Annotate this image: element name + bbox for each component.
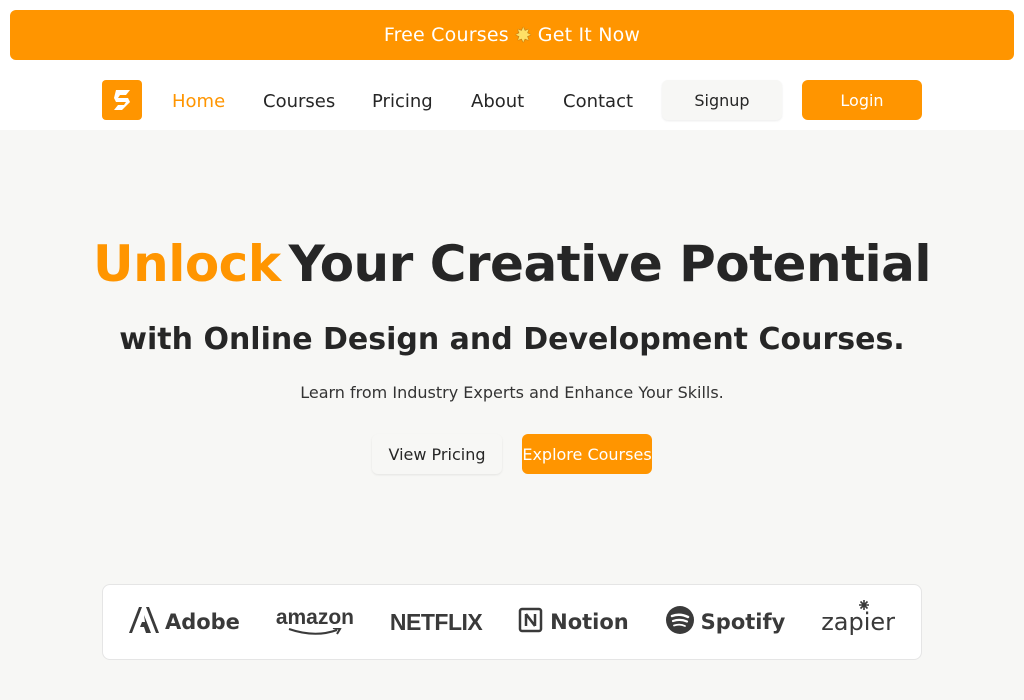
signup-button[interactable]: Signup (662, 80, 782, 120)
announcement-banner[interactable]: Free Courses ✸ Get It Now (10, 10, 1014, 60)
explore-courses-button[interactable]: Explore Courses (522, 434, 652, 474)
nav-home[interactable]: Home (172, 90, 225, 114)
hero-headline: Unlock Your Creative Potential (0, 234, 1024, 294)
login-button[interactable]: Login (802, 80, 922, 120)
navbar: Home Courses Pricing About Contact Signu… (0, 60, 1024, 130)
brand-spotify: Spotify (665, 605, 786, 640)
announcement-text-after: Get It Now (537, 24, 641, 46)
adobe-icon (128, 606, 159, 638)
brand-adobe: Adobe (128, 606, 240, 638)
headline-rest: Your Creative Potential (288, 235, 932, 293)
brand-zapier: zapier (821, 600, 896, 636)
star-icon: ✸ (514, 23, 532, 47)
nav-courses[interactable]: Courses (263, 90, 335, 114)
notion-icon (518, 607, 544, 638)
hero-section: Unlock Your Creative Potential with Onlin… (0, 130, 1024, 570)
nav-pricing[interactable]: Pricing (372, 90, 433, 114)
brand-logos-bar: Adobe amazon NETFLIX Notion Spotify zapi… (102, 584, 922, 660)
announcement-text-before: Free Courses (383, 24, 509, 46)
brand-netflix: NETFLIX (389, 608, 483, 636)
amazon-smile-icon (288, 628, 342, 635)
logo-icon[interactable] (102, 80, 142, 120)
hero-tagline: Learn from Industry Experts and Enhance … (300, 383, 724, 402)
nav-about[interactable]: About (471, 90, 524, 114)
announcement-bar-wrapper: Free Courses ✸ Get It Now (0, 0, 1024, 60)
zapier-logo: zapier (821, 600, 896, 636)
zapier-asterisk-icon (859, 600, 870, 610)
spotify-icon (665, 605, 695, 640)
brand-amazon: amazon (275, 606, 355, 636)
brand-notion: Notion (518, 607, 629, 638)
view-pricing-button[interactable]: View Pricing (372, 434, 502, 474)
brand-adobe-label: Adobe (164, 610, 240, 634)
brand-amazon-label: amazon (275, 606, 355, 629)
brand-notion-label: Notion (550, 610, 629, 634)
nav-contact[interactable]: Contact (563, 90, 633, 114)
amazon-logo: amazon (275, 606, 355, 636)
hero-subheadline: with Online Design and Development Cours… (119, 322, 905, 357)
brand-zapier-label: zapier (821, 608, 896, 636)
headline-accent: Unlock (93, 235, 281, 293)
brand-netflix-label: NETFLIX (389, 608, 483, 635)
brand-spotify-label: Spotify (700, 610, 786, 634)
